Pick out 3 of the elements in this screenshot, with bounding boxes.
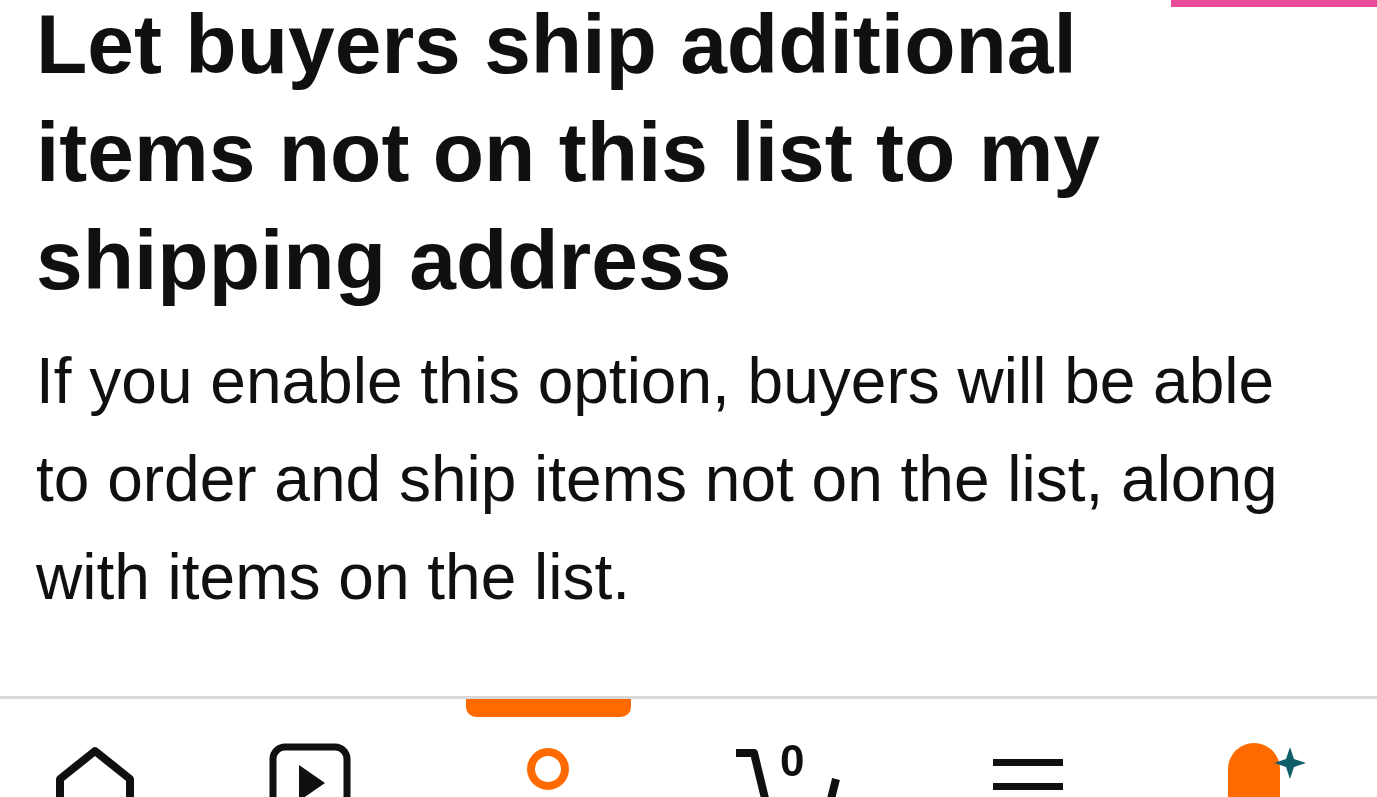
setting-description: If you enable this option, buyers will be able to order and ship items not on the list, along with items on the list. [36,344,1279,615]
setting-title: Let buyers ship additional items not on this list to my shipping address [36,0,1102,309]
cart-count: 0 [780,739,805,783]
